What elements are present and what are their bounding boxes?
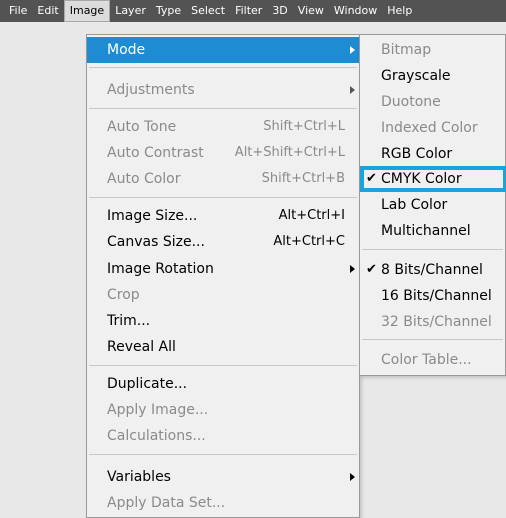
menu-separator	[89, 197, 357, 198]
menu-item-label: Reveal All	[107, 339, 176, 355]
menu-item-label: CMYK Color	[381, 171, 462, 187]
menu-item-label: Apply Image...	[107, 402, 209, 418]
menubar-image[interactable]: Image	[63, 0, 111, 22]
mode-item-bitmap[interactable]: Bitmap	[360, 37, 505, 63]
menu-item-apply-image[interactable]: Apply Image...	[87, 397, 359, 423]
menu-item-label: Auto Color	[107, 171, 181, 187]
mode-submenu: Bitmap Grayscale Duotone Indexed Color R…	[359, 34, 506, 376]
menu-item-reveal-all[interactable]: Reveal All	[87, 334, 359, 360]
menubar-type[interactable]: Type	[151, 0, 186, 22]
menu-item-label: Variables	[107, 469, 171, 485]
menubar-edit[interactable]: Edit	[32, 0, 63, 22]
menu-item-label: Color Table...	[381, 352, 472, 368]
menubar-window[interactable]: Window	[329, 0, 382, 22]
menu-item-shortcut: Shift+Ctrl+L	[263, 119, 345, 134]
menubar-3d[interactable]: 3D	[267, 0, 292, 22]
menu-item-image-size[interactable]: Image Size... Alt+Ctrl+I	[87, 203, 359, 229]
menu-item-label: RGB Color	[381, 146, 453, 162]
menubar-file[interactable]: File	[4, 0, 32, 22]
menubar-help[interactable]: Help	[382, 0, 417, 22]
mode-item-cmyk-color[interactable]: ✔ CMYK Color	[360, 166, 506, 192]
menu-separator	[89, 67, 357, 68]
menu-item-crop[interactable]: Crop	[87, 282, 359, 308]
menu-item-label: Bitmap	[381, 42, 432, 58]
menu-item-label: Image Size...	[107, 208, 198, 224]
mode-item-rgb-color[interactable]: RGB Color	[360, 141, 505, 167]
menu-item-label: Multichannel	[381, 223, 471, 239]
menu-item-auto-tone[interactable]: Auto Tone Shift+Ctrl+L	[87, 114, 359, 140]
menu-item-label: Apply Data Set...	[107, 495, 226, 511]
menu-item-canvas-size[interactable]: Canvas Size... Alt+Ctrl+C	[87, 229, 359, 255]
mode-item-lab-color[interactable]: Lab Color	[360, 192, 505, 218]
menu-item-trim[interactable]: Trim...	[87, 308, 359, 334]
menu-item-label: Image Rotation	[107, 261, 214, 277]
submenu-arrow-icon	[350, 265, 355, 273]
menu-item-variables[interactable]: Variables	[87, 464, 359, 490]
menu-item-label: Canvas Size...	[107, 234, 205, 250]
menu-item-auto-color[interactable]: Auto Color Shift+Ctrl+B	[87, 166, 359, 192]
menu-item-label: 8 Bits/Channel	[381, 262, 483, 278]
menu-item-shortcut: Alt+Ctrl+I	[278, 208, 345, 223]
mode-item-8-bits[interactable]: ✔ 8 Bits/Channel	[360, 257, 505, 283]
menu-item-label: Adjustments	[107, 82, 195, 98]
menu-item-apply-data-set[interactable]: Apply Data Set...	[87, 490, 359, 516]
menu-item-label: 32 Bits/Channel	[381, 314, 492, 330]
menu-item-label: Duplicate...	[107, 376, 188, 392]
menu-item-label: Auto Tone	[107, 119, 177, 135]
menu-item-shortcut: Alt+Ctrl+C	[273, 234, 345, 249]
menu-separator	[362, 249, 503, 250]
check-mark-icon: ✔	[366, 262, 377, 277]
menu-item-shortcut: Shift+Ctrl+B	[261, 171, 345, 186]
menu-item-auto-contrast[interactable]: Auto Contrast Alt+Shift+Ctrl+L	[87, 140, 359, 166]
menu-item-label: Trim...	[107, 313, 151, 329]
mode-item-32-bits[interactable]: 32 Bits/Channel	[360, 309, 505, 335]
menubar-layer[interactable]: Layer	[110, 0, 151, 22]
menubar-filter[interactable]: Filter	[230, 0, 267, 22]
menu-item-label: Indexed Color	[381, 120, 478, 136]
menu-separator	[89, 108, 357, 109]
menu-item-label: Lab Color	[381, 197, 448, 213]
menu-item-label: Grayscale	[381, 68, 451, 84]
menu-item-label: 16 Bits/Channel	[381, 288, 492, 304]
mode-item-color-table[interactable]: Color Table...	[360, 347, 505, 373]
check-mark-icon: ✔	[366, 171, 377, 186]
menu-item-label: Calculations...	[107, 428, 206, 444]
mode-item-multichannel[interactable]: Multichannel	[360, 218, 505, 244]
menu-separator	[89, 365, 357, 366]
menu-item-label: Mode	[107, 42, 146, 58]
mode-item-16-bits[interactable]: 16 Bits/Channel	[360, 283, 505, 309]
submenu-arrow-icon	[350, 86, 355, 94]
menu-item-label: Duotone	[381, 94, 441, 110]
mode-item-duotone[interactable]: Duotone	[360, 89, 505, 115]
menu-item-shortcut: Alt+Shift+Ctrl+L	[234, 145, 345, 160]
menu-bar: File Edit Image Layer Type Select Filter…	[0, 0, 506, 22]
mode-item-grayscale[interactable]: Grayscale	[360, 63, 505, 89]
menu-separator	[89, 454, 357, 455]
submenu-arrow-icon	[350, 46, 355, 54]
menubar-view[interactable]: View	[293, 0, 329, 22]
menu-item-mode[interactable]: Mode	[87, 37, 359, 63]
menubar-select[interactable]: Select	[186, 0, 230, 22]
image-menu: Mode Adjustments Auto Tone Shift+Ctrl+L …	[86, 34, 360, 518]
menu-item-calculations[interactable]: Calculations...	[87, 423, 359, 449]
menu-item-label: Auto Contrast	[107, 145, 204, 161]
menu-item-adjustments[interactable]: Adjustments	[87, 77, 359, 103]
submenu-arrow-icon	[350, 473, 355, 481]
menu-separator	[362, 339, 503, 340]
mode-item-indexed-color[interactable]: Indexed Color	[360, 115, 505, 141]
menu-item-label: Crop	[107, 287, 140, 303]
menu-item-image-rotation[interactable]: Image Rotation	[87, 256, 359, 282]
menu-item-duplicate[interactable]: Duplicate...	[87, 371, 359, 397]
